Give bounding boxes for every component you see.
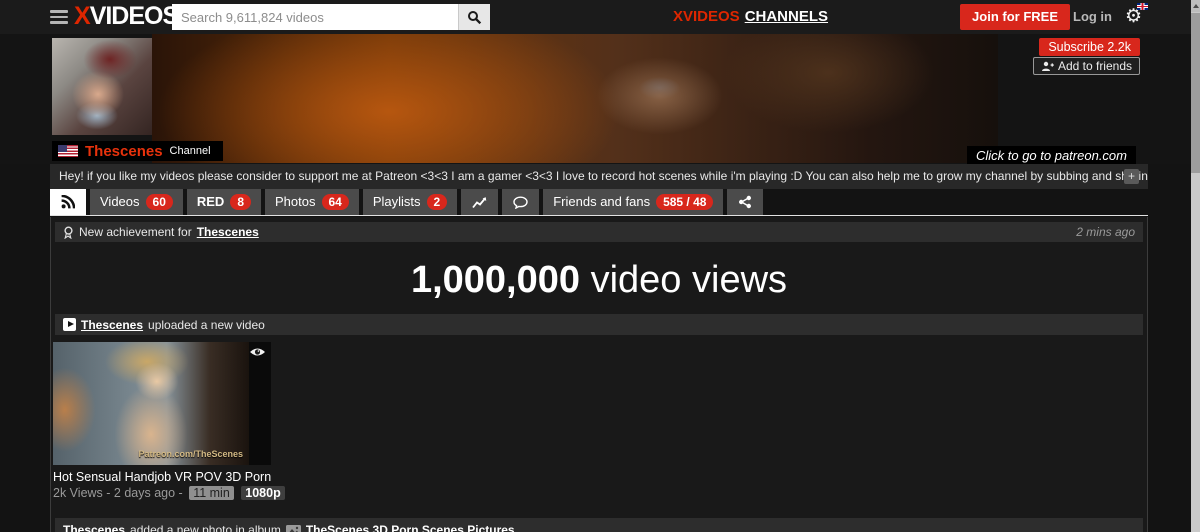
achievement-headline: 1,000,000 video views — [51, 254, 1147, 306]
add-to-friends-button[interactable]: Add to friends — [1033, 57, 1140, 75]
video-title[interactable]: Hot Sensual Handjob VR POV 3D Porn — [53, 470, 271, 484]
expand-announcement-button[interactable]: + — [1124, 169, 1139, 184]
tab-photos[interactable]: Photos 64 — [265, 189, 359, 215]
channel-type-label: Channel — [170, 145, 211, 157]
tab-photos-label: Photos — [275, 189, 315, 215]
achievement-value: 1,000,000 — [411, 259, 580, 301]
tab-friends-count: 585 / 48 — [656, 194, 713, 210]
tab-share[interactable] — [727, 189, 763, 215]
achievement-prefix: New achievement for — [79, 225, 192, 239]
video-meta: 2k Views - 2 days ago - 11 min 1080p — [53, 486, 271, 500]
video-thumbnail-image — [53, 342, 249, 465]
search-input[interactable] — [172, 4, 458, 30]
join-for-free-button[interactable]: Join for FREE — [960, 4, 1070, 30]
tab-red-label: RED — [197, 189, 224, 215]
upload-user-link[interactable]: Thescenes — [81, 318, 143, 332]
tab-videos-label: Videos — [100, 189, 140, 215]
channels-brand: XVIDEOS — [673, 8, 740, 25]
tab-red[interactable]: RED 8 — [187, 189, 261, 215]
achievement-user-link[interactable]: Thescenes — [197, 225, 259, 239]
photo-user-link[interactable]: Thescenes — [63, 523, 125, 532]
logo-x: X — [74, 2, 90, 30]
video-thumbnail[interactable]: Patreon.com/TheScenes — [53, 342, 271, 465]
photo-album-row: Thescenes added a new photo in album The… — [55, 518, 1143, 532]
achievement-text: video views — [591, 259, 787, 301]
tab-photos-count: 64 — [322, 194, 349, 210]
tab-statistics[interactable] — [461, 189, 498, 215]
us-flag-icon — [58, 145, 78, 157]
upload-action: uploaded a new video — [148, 318, 265, 332]
add-friend-icon — [1041, 61, 1054, 72]
achievement-row: New achievement for Thescenes 2 mins ago — [55, 222, 1143, 242]
channels-label: CHANNELS — [745, 8, 828, 25]
video-views-age: 2k Views - 2 days ago - — [53, 486, 183, 500]
channel-avatar[interactable] — [52, 38, 152, 135]
tab-red-count: 8 — [230, 194, 251, 210]
video-duration-badge: 11 min — [189, 486, 234, 500]
logo-videos: VIDEOS — [90, 2, 178, 30]
channels-link[interactable]: XVIDEOS CHANNELS — [673, 8, 828, 25]
search-button[interactable] — [458, 4, 490, 30]
tab-playlists-count: 2 — [427, 194, 448, 210]
menu-icon[interactable] — [50, 10, 68, 24]
tab-activity-feed[interactable] — [50, 189, 86, 215]
channel-banner-image[interactable] — [152, 34, 998, 163]
announcement-text: Hey! if you like my videos please consid… — [59, 169, 1148, 183]
channel-label: Thescenes Channel — [52, 141, 223, 161]
tab-videos[interactable]: Videos 60 — [90, 189, 183, 215]
search-bar — [172, 4, 490, 30]
channel-name[interactable]: Thescenes — [85, 143, 163, 160]
tab-videos-count: 60 — [146, 194, 173, 210]
achievement-time: 2 mins ago — [1076, 225, 1135, 239]
photo-action: added a new photo in album — [130, 523, 281, 532]
upload-row: Thescenes uploaded a new video — [55, 314, 1143, 335]
tab-friends-label: Friends and fans — [553, 189, 650, 215]
thumbnail-watermark: Patreon.com/TheScenes — [138, 449, 243, 459]
login-link[interactable]: Log in — [1073, 9, 1112, 24]
tab-friends-and-fans[interactable]: Friends and fans 585 / 48 — [543, 189, 723, 215]
site-logo[interactable]: XVIDEOS — [74, 2, 178, 31]
patreon-note[interactable]: Click to go to patreon.com — [967, 146, 1136, 165]
subscribe-label: Subscribe 2.2k — [1048, 40, 1131, 54]
photo-album-icon — [286, 525, 301, 532]
channel-tab-bar: Videos 60 RED 8 Photos 64 Playlists 2 Friend… — [50, 190, 1148, 216]
rss-icon — [61, 195, 75, 209]
top-bar: XVIDEOS XVIDEOS CHANNELS Join for FREE Lo… — [0, 0, 1200, 34]
channel-announcement: Hey! if you like my videos please consid… — [50, 164, 1148, 189]
activity-feed-panel: New achievement for Thescenes 2 mins ago… — [50, 217, 1148, 532]
photo-album-link[interactable]: TheScenes 3D Porn Scenes Pictures — [306, 523, 515, 532]
video-card: Patreon.com/TheScenes Hot Sensual Handjo… — [53, 342, 271, 500]
tab-playlists-label: Playlists — [373, 189, 421, 215]
add-friends-label: Add to friends — [1058, 59, 1132, 73]
achievement-medal-icon — [63, 226, 74, 239]
channel-banner-zone: Thescenes Channel Subscribe 2.2k Add to … — [0, 34, 1200, 164]
stats-chart-icon — [472, 196, 487, 209]
share-icon — [738, 195, 752, 209]
scrollbar-up-arrow[interactable] — [1191, 0, 1200, 12]
subscribe-button[interactable]: Subscribe 2.2k — [1039, 38, 1140, 56]
tab-comments[interactable] — [502, 189, 539, 215]
comment-bubble-icon — [513, 196, 528, 209]
play-icon — [63, 318, 76, 331]
page-scrollbar[interactable] — [1191, 0, 1200, 532]
search-icon — [467, 10, 482, 25]
language-flag-icon[interactable] — [1137, 3, 1148, 10]
views-eye-icon[interactable] — [249, 346, 266, 358]
scrollbar-thumb[interactable] — [1191, 13, 1200, 173]
video-quality-badge: 1080p — [241, 486, 284, 500]
tab-playlists[interactable]: Playlists 2 — [363, 189, 457, 215]
